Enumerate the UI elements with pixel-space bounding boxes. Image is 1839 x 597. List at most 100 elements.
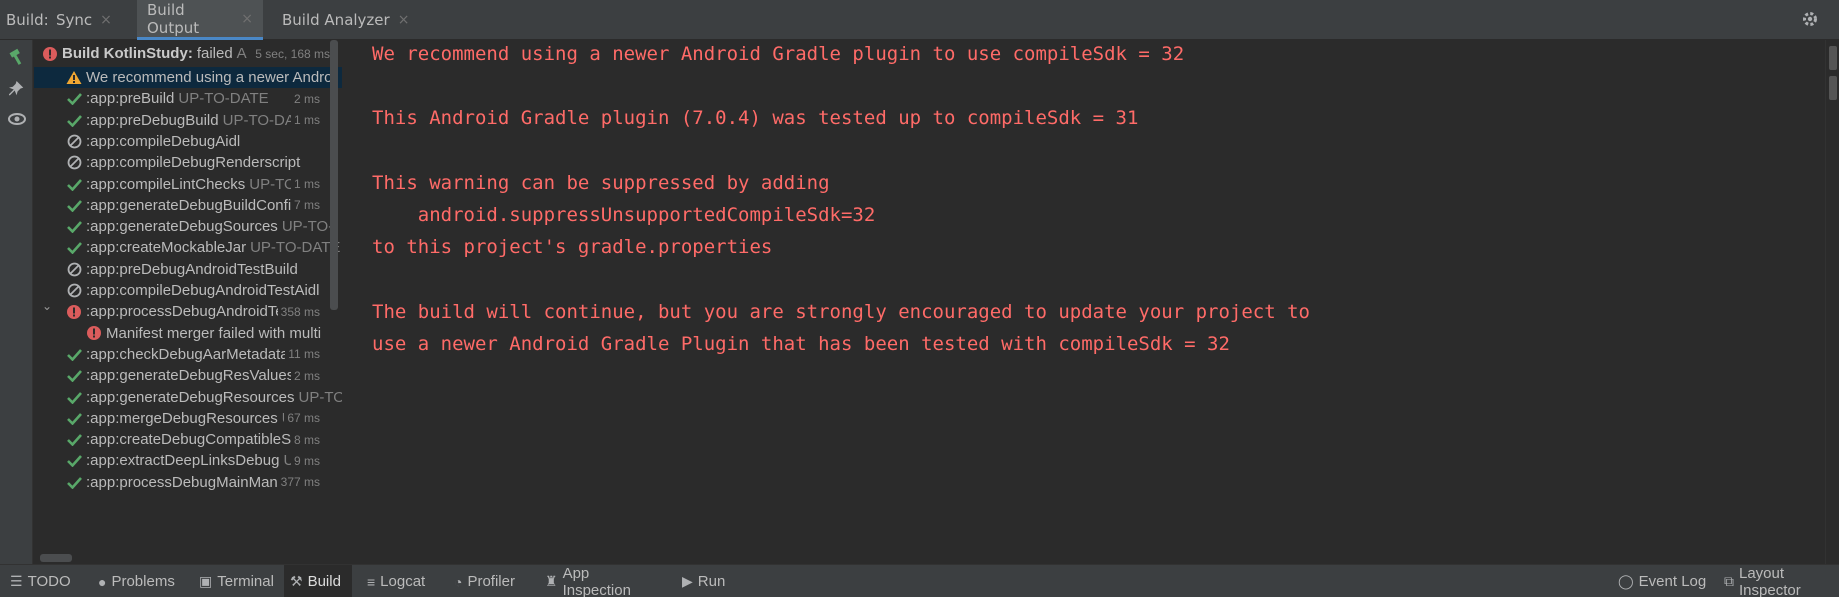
tree-row[interactable]: :app:preDebugBuild UP-TO-DA 1 ms bbox=[34, 110, 342, 131]
hammer-icon[interactable] bbox=[6, 46, 28, 68]
tree-row-time: 358 ms bbox=[277, 304, 320, 319]
scroll-marker bbox=[1829, 76, 1837, 100]
inspection-icon: ♜ bbox=[545, 573, 558, 589]
tree-row[interactable]: :app:generateDebugSources UP-TO-I bbox=[34, 216, 342, 237]
tree-row[interactable]: :app:preDebugAndroidTestBuild bbox=[34, 259, 342, 280]
build-root-status: failed bbox=[196, 45, 233, 62]
tree-vertical-scrollbar[interactable] bbox=[330, 40, 338, 310]
bottom-tab-event-log[interactable]: ◯ Event Log bbox=[1612, 565, 1712, 597]
tree-row[interactable]: Manifest merger failed with multi bbox=[34, 323, 342, 344]
bottom-tab-label: Terminal bbox=[217, 573, 274, 590]
tree-row-label: :app:preBuild bbox=[86, 90, 175, 108]
bottom-tab-logcat[interactable]: ≡ Logcat bbox=[361, 565, 439, 597]
tree-row-label: :app:extractDeepLinksDebug bbox=[86, 452, 280, 470]
tree-row[interactable]: :app:createMockableJar UP-TO-DATE bbox=[34, 237, 342, 258]
logcat-icon: ≡ bbox=[367, 573, 376, 590]
tree-row[interactable]: :app:generateDebugResValues 2 ms bbox=[34, 365, 342, 386]
tree-row-label: We recommend using a newer Andro bbox=[86, 69, 333, 86]
profiler-icon: ◔ bbox=[454, 573, 463, 590]
bottom-tab-app-inspection[interactable]: ♜ App Inspection bbox=[539, 565, 667, 597]
tree-row-label: :app:processDebugMainMani bbox=[86, 473, 282, 491]
console-line: This Android Gradle plugin (7.0.4) was t… bbox=[372, 107, 1139, 130]
tree-row[interactable]: :app:compileDebugRenderscript bbox=[34, 152, 342, 173]
tree-row-label: :app:processDebugAndroidTe bbox=[86, 303, 284, 321]
tree-row[interactable]: :app:checkDebugAarMetadata 11 ms bbox=[34, 344, 342, 365]
tree-row[interactable]: :app:generateDebugBuildConfi 7 ms bbox=[34, 195, 342, 216]
eye-icon[interactable] bbox=[6, 108, 28, 130]
close-icon[interactable]: × bbox=[398, 12, 410, 28]
tree-row-status: UP-TO-DA bbox=[222, 111, 295, 129]
warning-icon bbox=[66, 70, 82, 86]
bottom-tab-run[interactable]: ▶ Run bbox=[676, 565, 738, 597]
bottom-tab-build[interactable]: ⚒ Build bbox=[284, 565, 352, 597]
console-scrollbar[interactable] bbox=[1825, 40, 1839, 564]
tree-row-label: :app:mergeDebugResources bbox=[86, 409, 278, 427]
tree-horizontal-scrollbar[interactable] bbox=[40, 554, 72, 562]
tree-row[interactable]: :app:compileDebugAndroidTestAidl bbox=[34, 280, 342, 301]
bottom-tab-label: Run bbox=[697, 573, 726, 590]
tab-sync[interactable]: Sync × bbox=[46, 0, 122, 40]
build-tree: Build KotlinStudy: failed A 5 sec, 168 m… bbox=[34, 40, 342, 564]
console-line: to this project's gradle.properties bbox=[372, 236, 773, 259]
tree-row[interactable]: :app:preBuild UP-TO-DATE 2 ms bbox=[34, 88, 342, 109]
chevron-down-icon[interactable]: ⌄ bbox=[42, 301, 52, 313]
left-tool-strip bbox=[0, 40, 33, 564]
tree-row-label: :app:generateDebugBuildConfi bbox=[86, 196, 292, 214]
tree-row-label: :app:compileLintChecks bbox=[86, 175, 246, 193]
tree-row[interactable]: :app:compileDebugAidl bbox=[34, 131, 342, 152]
tree-row-status: UP-TO-DATE bbox=[250, 239, 341, 257]
tree-row-status: UP-TO-DATE bbox=[178, 90, 269, 108]
tree-root-row[interactable]: Build KotlinStudy: failed A 5 sec, 168 m… bbox=[34, 41, 342, 66]
tree-row[interactable]: :app:createDebugCompatibleSc 8 ms bbox=[34, 429, 342, 450]
check-icon bbox=[66, 112, 82, 128]
tree-row-time: 1 ms bbox=[290, 113, 320, 128]
tree-row-time: 7 ms bbox=[290, 198, 320, 213]
bottom-tab-layout-inspector[interactable]: ⧉ Layout Inspector bbox=[1718, 565, 1839, 597]
pin-icon[interactable] bbox=[6, 78, 28, 100]
check-icon bbox=[66, 176, 82, 192]
bottom-tab-label: Layout Inspector bbox=[1739, 564, 1801, 597]
tab-build-output-label: Build Output bbox=[147, 0, 200, 37]
check-icon bbox=[66, 240, 82, 256]
console-line: We recommend using a newer Android Gradl… bbox=[372, 43, 1185, 65]
bottom-tab-problems[interactable]: ● Problems bbox=[92, 565, 182, 597]
tab-build-analyzer[interactable]: Build Analyzer × bbox=[272, 0, 419, 40]
tree-row-label: :app:preDebugBuild bbox=[86, 111, 219, 129]
tree-row[interactable]: :app:compileLintChecks UP-TO- 1 ms bbox=[34, 174, 342, 195]
tab-build-output[interactable]: Build Output × bbox=[137, 0, 263, 40]
bottom-tab-label: TODO bbox=[27, 573, 71, 590]
tree-row-time: 1 ms bbox=[290, 177, 320, 191]
console-line: This warning can be suppressed by adding bbox=[372, 171, 830, 194]
tree-row-label: :app:compileDebugRenderscript bbox=[86, 154, 301, 172]
tree-row[interactable]: :app:extractDeepLinksDebugUI9 ms bbox=[34, 450, 342, 471]
close-icon[interactable]: × bbox=[100, 12, 112, 28]
build-root-extra: A bbox=[236, 45, 247, 62]
tree-row[interactable]: :app:generateDebugResources UP-TO bbox=[34, 387, 342, 408]
event-log-icon: ◯ bbox=[1618, 573, 1634, 589]
tree-row[interactable]: :app:mergeDebugResourcesU67 ms bbox=[34, 408, 342, 429]
build-root-time: 5 sec, 168 ms bbox=[252, 46, 330, 61]
bottom-tab-todo[interactable]: ☰ TODO bbox=[4, 565, 82, 597]
bottom-tab-profiler[interactable]: ◔ Profiler bbox=[448, 565, 530, 597]
tree-row-label: :app:preDebugAndroidTestBuild bbox=[86, 260, 298, 278]
skipped-icon bbox=[66, 133, 82, 149]
bottom-tab-label: App Inspection bbox=[562, 564, 631, 597]
run-icon: ▶ bbox=[682, 573, 693, 589]
tree-row-label: :app:createDebugCompatibleSc bbox=[86, 431, 299, 449]
problems-icon: ● bbox=[98, 573, 107, 590]
close-icon[interactable]: × bbox=[241, 11, 253, 27]
tree-row-label: Manifest merger failed with multi bbox=[106, 324, 322, 342]
tree-row[interactable]: ⌄ :app:processDebugAndroidTe 358 ms bbox=[34, 301, 342, 322]
bottom-tab-terminal[interactable]: ▣ Terminal bbox=[193, 565, 277, 597]
bottom-tab-label: Logcat bbox=[380, 573, 426, 590]
tree-row-label: :app:generateDebugResValues bbox=[86, 367, 295, 385]
gear-icon[interactable] bbox=[1801, 10, 1819, 33]
console-output[interactable]: We recommend using a newer Android Gradl… bbox=[352, 40, 1812, 564]
tree-row[interactable]: We recommend using a newer Andro bbox=[34, 67, 342, 88]
console-line: android.suppressUnsupportedCompileSdk=32 bbox=[372, 204, 876, 226]
tree-row-label: :app:compileDebugAndroidTestAidl bbox=[86, 282, 320, 299]
tree-row-status: UP-TO bbox=[298, 388, 342, 406]
tree-row[interactable]: :app:processDebugMainMani 377 ms bbox=[34, 472, 342, 493]
tree-row-time: 377 ms bbox=[277, 475, 320, 490]
build-root-label: Build KotlinStudy: bbox=[62, 45, 193, 62]
